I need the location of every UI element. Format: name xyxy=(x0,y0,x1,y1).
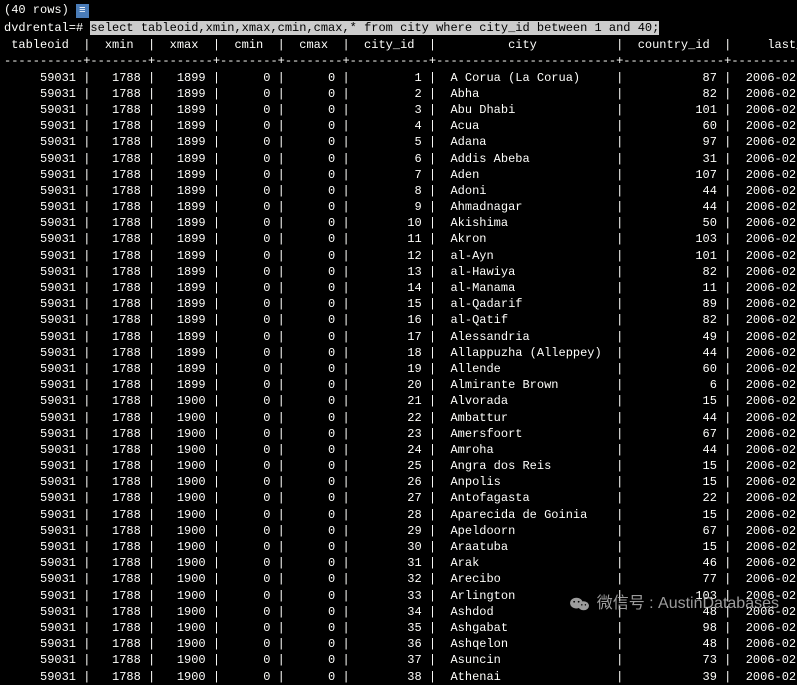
table-row: 59031 | 1788 | 1899 | 0 | 0 | 9 | Ahmadn… xyxy=(4,199,793,215)
table-row: 59031 | 1788 | 1899 | 0 | 0 | 17 | Aless… xyxy=(4,329,793,345)
table-row: 59031 | 1788 | 1900 | 0 | 0 | 31 | Arak … xyxy=(4,555,793,571)
table-row: 59031 | 1788 | 1900 | 0 | 0 | 32 | Areci… xyxy=(4,571,793,587)
table-row: 59031 | 1788 | 1899 | 0 | 0 | 19 | Allen… xyxy=(4,361,793,377)
table-row: 59031 | 1788 | 1899 | 0 | 0 | 15 | al-Qa… xyxy=(4,296,793,312)
table-row: 59031 | 1788 | 1899 | 0 | 0 | 5 | Adana … xyxy=(4,134,793,150)
table-row: 59031 | 1788 | 1900 | 0 | 0 | 25 | Angra… xyxy=(4,458,793,474)
table-row: 59031 | 1788 | 1899 | 0 | 0 | 20 | Almir… xyxy=(4,377,793,393)
table-row: 59031 | 1788 | 1900 | 0 | 0 | 37 | Asunc… xyxy=(4,652,793,668)
sql-command: select tableoid,xmin,xmax,cmin,cmax,* fr… xyxy=(90,21,659,35)
table-row: 59031 | 1788 | 1900 | 0 | 0 | 35 | Ashga… xyxy=(4,620,793,636)
table-row: 59031 | 1788 | 1900 | 0 | 0 | 24 | Amroh… xyxy=(4,442,793,458)
table-row: 59031 | 1788 | 1900 | 0 | 0 | 36 | Ashqe… xyxy=(4,636,793,652)
table-row: 59031 | 1788 | 1899 | 0 | 0 | 11 | Akron… xyxy=(4,231,793,247)
table-row: 59031 | 1788 | 1900 | 0 | 0 | 38 | Athen… xyxy=(4,669,793,685)
table-row: 59031 | 1788 | 1900 | 0 | 0 | 21 | Alvor… xyxy=(4,393,793,409)
table-row: 59031 | 1788 | 1899 | 0 | 0 | 13 | al-Ha… xyxy=(4,264,793,280)
menu-icon[interactable]: ≡ xyxy=(76,4,89,18)
table-row: 59031 | 1788 | 1899 | 0 | 0 | 6 | Addis … xyxy=(4,151,793,167)
table-row: 59031 | 1788 | 1900 | 0 | 0 | 29 | Apeld… xyxy=(4,523,793,539)
table-row: 59031 | 1788 | 1899 | 0 | 0 | 3 | Abu Dh… xyxy=(4,102,793,118)
db-prompt: dvdrental=# xyxy=(4,21,83,35)
table-row: 59031 | 1788 | 1900 | 0 | 0 | 30 | Araat… xyxy=(4,539,793,555)
table-row: 59031 | 1788 | 1899 | 0 | 0 | 16 | al-Qa… xyxy=(4,312,793,328)
table-row: 59031 | 1788 | 1899 | 0 | 0 | 10 | Akish… xyxy=(4,215,793,231)
table-header: tableoid | xmin | xmax | cmin | cmax | c… xyxy=(4,37,793,53)
table-row: 59031 | 1788 | 1899 | 0 | 0 | 4 | Acua |… xyxy=(4,118,793,134)
table-row: 59031 | 1788 | 1900 | 0 | 0 | 34 | Ashdo… xyxy=(4,604,793,620)
table-row: 59031 | 1788 | 1899 | 0 | 0 | 1 | A Coru… xyxy=(4,70,793,86)
prompt-line[interactable]: dvdrental=# select tableoid,xmin,xmax,cm… xyxy=(4,20,793,36)
table-row: 59031 | 1788 | 1899 | 0 | 0 | 2 | Abha |… xyxy=(4,86,793,102)
table-row: 59031 | 1788 | 1900 | 0 | 0 | 33 | Arlin… xyxy=(4,588,793,604)
table-row: 59031 | 1788 | 1900 | 0 | 0 | 28 | Apare… xyxy=(4,507,793,523)
table-row: 59031 | 1788 | 1899 | 0 | 0 | 7 | Aden |… xyxy=(4,167,793,183)
table-row: 59031 | 1788 | 1899 | 0 | 0 | 12 | al-Ay… xyxy=(4,248,793,264)
table-row: 59031 | 1788 | 1899 | 0 | 0 | 18 | Allap… xyxy=(4,345,793,361)
table-row: 59031 | 1788 | 1900 | 0 | 0 | 22 | Ambat… xyxy=(4,410,793,426)
top-status: (40 rows) xyxy=(4,3,69,17)
table-row: 59031 | 1788 | 1900 | 0 | 0 | 26 | Anpol… xyxy=(4,474,793,490)
table-row: 59031 | 1788 | 1900 | 0 | 0 | 27 | Antof… xyxy=(4,490,793,506)
table-divider: -----------+--------+--------+--------+-… xyxy=(4,53,793,69)
table-body: 59031 | 1788 | 1899 | 0 | 0 | 1 | A Coru… xyxy=(4,70,793,685)
table-row: 59031 | 1788 | 1900 | 0 | 0 | 23 | Amers… xyxy=(4,426,793,442)
table-row: 59031 | 1788 | 1899 | 0 | 0 | 8 | Adoni … xyxy=(4,183,793,199)
table-row: 59031 | 1788 | 1899 | 0 | 0 | 14 | al-Ma… xyxy=(4,280,793,296)
